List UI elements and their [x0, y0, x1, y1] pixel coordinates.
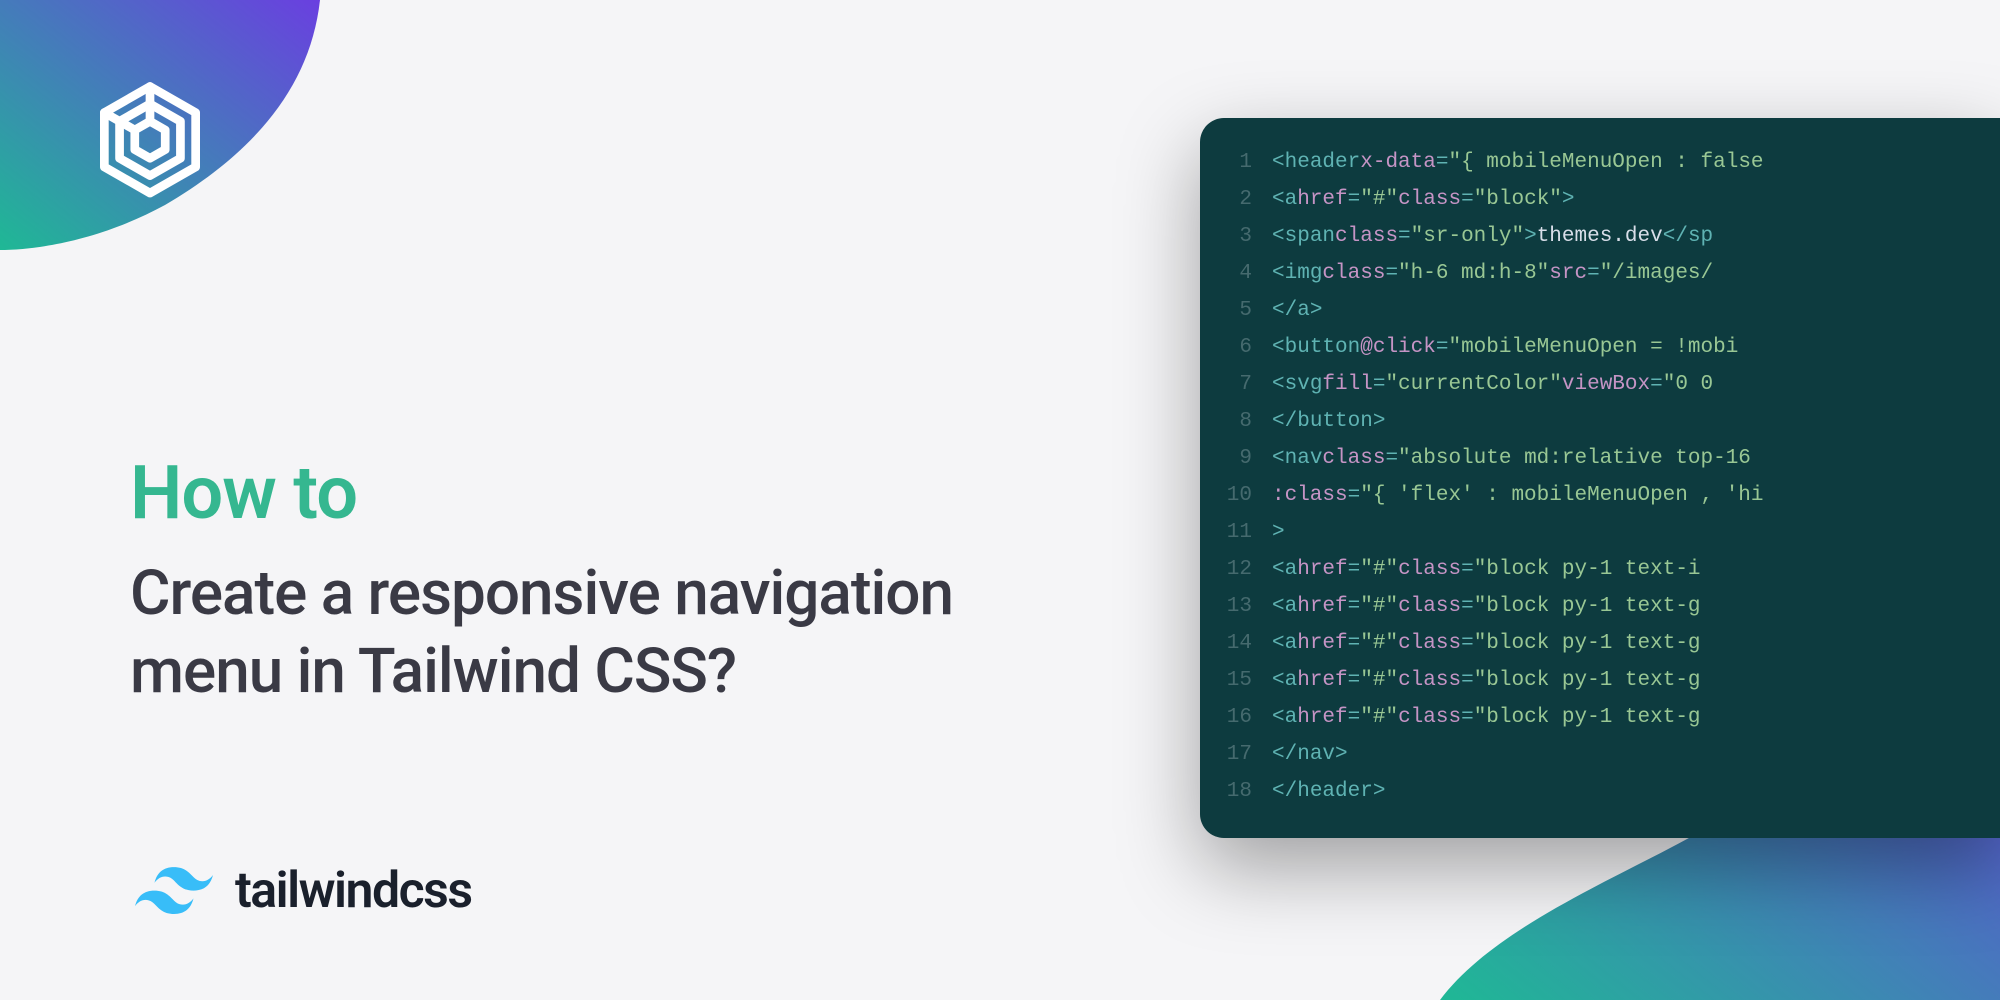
tailwindcss-icon [135, 867, 213, 915]
code-snippet-card: 1<header x-data="{ mobileMenuOpen : fals… [1200, 118, 2000, 838]
tailwindcss-label: tailwindcss [235, 862, 472, 920]
title-text: Create a responsive navigation menu in T… [130, 555, 953, 710]
brand-logo-icon [95, 80, 205, 205]
headline-block: How to Create a responsive navigation me… [130, 450, 953, 710]
tailwindcss-logo: tailwindcss [135, 862, 472, 920]
kicker-text: How to [130, 450, 953, 537]
